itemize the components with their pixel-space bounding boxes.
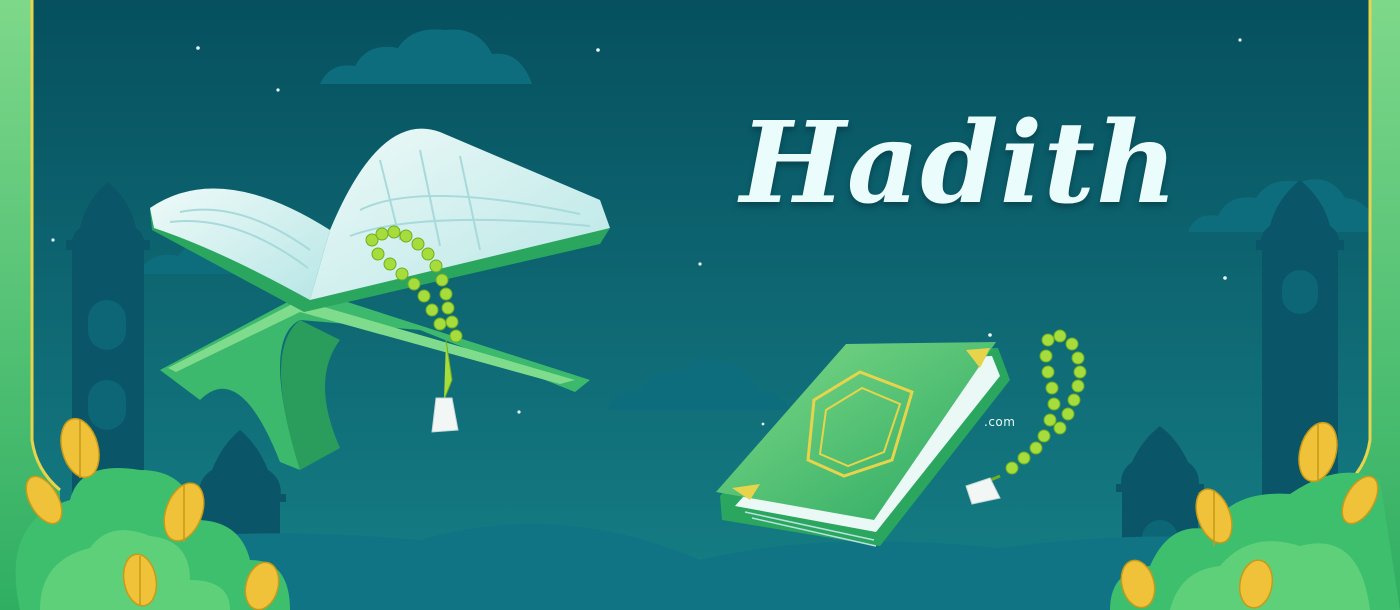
- watermark-text: .com: [984, 415, 1016, 429]
- hadith-banner: Hadith .com: [0, 0, 1400, 610]
- banner-title: Hadith: [740, 98, 1179, 229]
- background-scene: [0, 0, 1400, 610]
